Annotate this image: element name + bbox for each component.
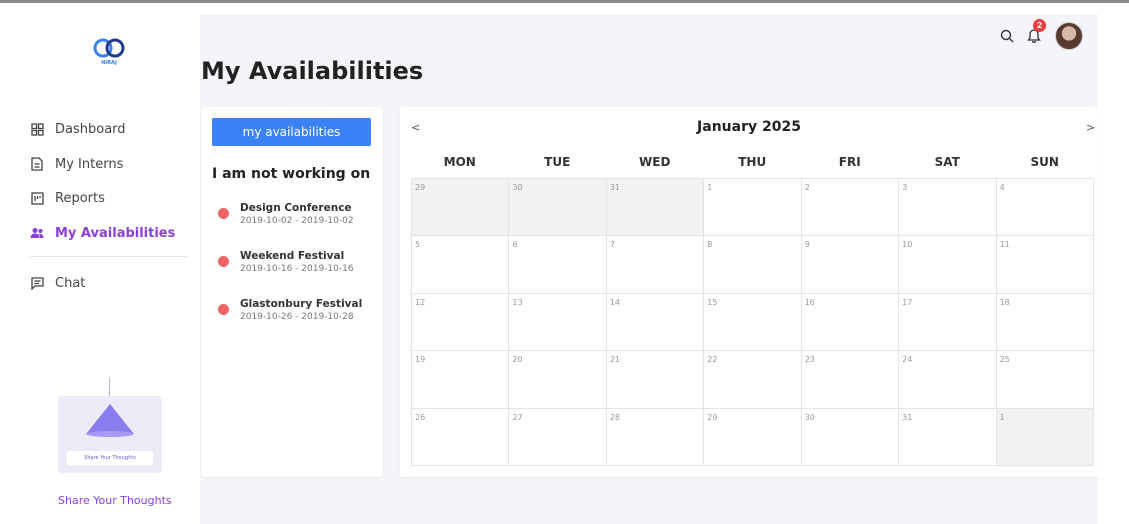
notification-bell-icon[interactable]: 2 (1027, 19, 1046, 44)
calendar-day-cell[interactable]: 31 (606, 179, 705, 237)
weekday-header: MON TUE WED THU FRI SAT SUN (411, 155, 1094, 169)
calendar-day-cell[interactable]: 19 (412, 351, 510, 409)
calendar-day-cell[interactable]: 5 (412, 236, 510, 294)
calendar-day-cell[interactable]: 28 (606, 408, 705, 466)
event-dot (218, 208, 229, 219)
list-item[interactable]: Design Conference 2019-10-02 - 2019-10-0… (218, 202, 354, 227)
notification-badge: 2 (1033, 19, 1046, 32)
calendar-day-cell[interactable]: 27 (509, 408, 607, 466)
event-dates: 2019-10-16 - 2019-10-16 (240, 264, 354, 274)
unavailability-panel: my availabilities I am not working on De… (201, 107, 383, 477)
sidebar-item-label: My Availabilities (55, 225, 176, 241)
next-month-button[interactable]: > (1086, 121, 1095, 134)
chat-icon (30, 277, 44, 291)
calendar-day-cell[interactable]: 11 (996, 236, 1094, 294)
users-icon (30, 226, 44, 240)
sidebar-item-label: Dashboard (55, 122, 126, 137)
lamp-illustration-icon (86, 404, 134, 437)
weekday-label: MON (443, 155, 476, 169)
event-dot (218, 256, 229, 267)
calendar-grid: 29 30 31 1 2 3 4 5 6 7 8 9 10 11 12 13 14 15 16 17 18 19 20 21 2… (411, 178, 1094, 466)
search-icon[interactable] (1000, 28, 1016, 44)
weekday-label: FRI (838, 155, 861, 169)
event-dot (218, 304, 229, 315)
calendar-day-cell[interactable]: 25 (996, 351, 1094, 409)
weekday-label: SAT (934, 155, 960, 169)
calendar-day-cell[interactable]: 30 (509, 179, 607, 237)
sidebar-item-label: Chat (55, 276, 86, 291)
calendar-day-cell[interactable]: 2 (801, 179, 900, 237)
report-icon (30, 192, 44, 206)
calendar-day-cell[interactable]: 9 (801, 236, 900, 294)
calendar-day-cell[interactable]: 8 (704, 236, 802, 294)
calendar-day-cell[interactable]: 14 (606, 293, 705, 352)
weekday-label: THU (738, 155, 767, 169)
event-name: Glastonbury Festival (240, 298, 363, 310)
grid-icon (30, 123, 44, 137)
share-thoughts-card: Share Your Thoughts (58, 396, 162, 473)
calendar-day-cell[interactable]: 10 (899, 236, 997, 294)
sidebar-item-label: Reports (55, 191, 105, 206)
event-dates: 2019-10-26 - 2019-10-28 (240, 312, 354, 322)
weekday-label: WED (639, 155, 671, 169)
svg-text:NIRAJ: NIRAJ (101, 60, 117, 66)
calendar-day-cell[interactable]: 1 (996, 408, 1094, 466)
sidebar-nav: Dashboard My Interns Reports My Availabi… (30, 118, 190, 256)
sidebar-item-dashboard[interactable]: Dashboard (30, 118, 190, 141)
brand-logo[interactable]: NIRAJ (89, 36, 129, 68)
calendar-day-cell[interactable]: 12 (412, 293, 510, 352)
sidebar-item-chat[interactable]: Chat (30, 272, 85, 295)
calendar-day-cell[interactable]: 26 (412, 408, 510, 466)
calendar-day-cell[interactable]: 21 (606, 351, 705, 409)
calendar-day-cell[interactable]: 6 (509, 236, 607, 294)
calendar-day-cell[interactable]: 15 (704, 293, 802, 352)
sidebar-item-label: My Interns (55, 156, 124, 172)
calendar-day-cell[interactable]: 7 (606, 236, 705, 294)
page-title: My Availabilities (201, 57, 424, 85)
calendar-day-cell[interactable]: 29 (412, 179, 510, 237)
event-dates: 2019-10-02 - 2019-10-02 (240, 216, 354, 226)
calendar-day-cell[interactable]: 4 (996, 179, 1094, 237)
sidebar-item-my-availabilities[interactable]: My Availabilities (30, 222, 190, 245)
calendar-day-cell[interactable]: 23 (801, 351, 900, 409)
not-working-heading: I am not working on (212, 166, 371, 182)
sidebar-item-reports[interactable]: Reports (30, 187, 190, 210)
calendar-day-cell[interactable]: 22 (704, 351, 802, 409)
calendar-day-cell[interactable]: 29 (704, 408, 802, 466)
sidebar-divider (30, 256, 187, 257)
calendar-day-cell[interactable]: 16 (801, 293, 900, 352)
my-availabilities-button[interactable]: my availabilities (212, 118, 371, 146)
calendar-day-cell[interactable]: 18 (996, 293, 1094, 352)
calendar-day-cell[interactable]: 20 (509, 351, 607, 409)
header-actions: 2 (1000, 19, 1083, 51)
list-item[interactable]: Weekend Festival 2019-10-16 - 2019-10-16 (218, 250, 354, 275)
calendar-day-cell[interactable]: 30 (801, 408, 900, 466)
avatar[interactable] (1055, 22, 1083, 50)
weekday-label: SUN (1030, 155, 1059, 169)
list-item[interactable]: Glastonbury Festival 2019-10-26 - 2019-1… (218, 298, 362, 323)
event-name: Design Conference (240, 202, 352, 214)
calendar-day-cell[interactable]: 17 (899, 293, 997, 352)
calendar-day-cell[interactable]: 31 (899, 408, 997, 466)
weekday-label: TUE (544, 155, 571, 169)
sidebar-item-my-interns[interactable]: My Interns (30, 153, 190, 176)
calendar-month-title: January 2025 (697, 119, 801, 135)
document-icon (30, 157, 44, 171)
calendar-day-cell[interactable]: 3 (899, 179, 997, 237)
calendar-panel: < January 2025 > MON TUE WED THU FRI SAT… (400, 107, 1098, 477)
lamp-cord (109, 378, 110, 398)
calendar-day-cell[interactable]: 24 (899, 351, 997, 409)
calendar-day-cell[interactable]: 1 (704, 179, 802, 237)
share-thoughts-link[interactable]: Share Your Thoughts (58, 494, 172, 507)
event-name: Weekend Festival (240, 250, 345, 262)
share-thoughts-button[interactable]: Share Your Thoughts (67, 451, 153, 465)
calendar-day-cell[interactable]: 13 (509, 293, 607, 352)
